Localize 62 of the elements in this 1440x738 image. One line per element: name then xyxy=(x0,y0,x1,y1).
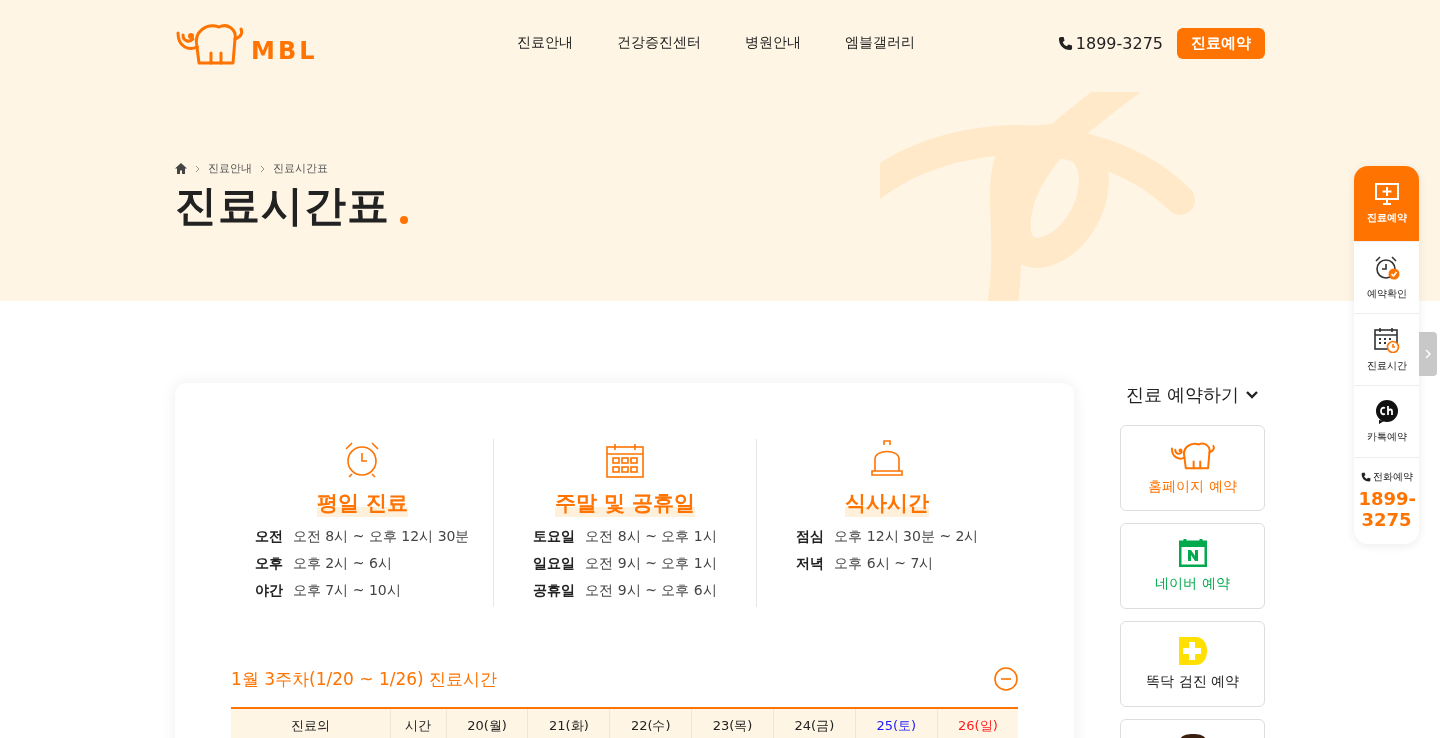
column-header: 26(일) xyxy=(937,708,1019,738)
quick-menu-item[interactable]: 예약확인 xyxy=(1354,242,1419,314)
monitor-plus-icon xyxy=(1374,182,1399,205)
phone-icon xyxy=(1057,35,1073,51)
phone-number: 1899-3275 xyxy=(1075,33,1163,53)
hours-label: 오전 xyxy=(254,527,283,546)
phone-icon xyxy=(1360,472,1371,482)
side-toggle-button[interactable] xyxy=(1419,332,1437,376)
hours-value: 오전 8시 ~ 오후 12시 30분 xyxy=(292,527,470,546)
quick-menu-item[interactable]: 카톡예약 xyxy=(1354,386,1419,458)
column-header: 진료의 xyxy=(231,708,391,738)
column-header: 21(화) xyxy=(527,708,610,738)
column-header: 23(목) xyxy=(691,708,774,738)
hours-label: 공휴일 xyxy=(533,581,576,600)
elephant-logo-icon xyxy=(1169,440,1216,470)
booking-card[interactable]: 똑닥 검진 예약 xyxy=(1120,621,1265,707)
nav-link[interactable]: 진료안내 xyxy=(517,34,574,52)
page-title: 진료시간표 xyxy=(175,180,390,232)
hours-value: 오전 9시 ~ 오후 1시 xyxy=(585,554,717,573)
column-header: 20(월) xyxy=(446,708,528,738)
nav-link[interactable]: 엠블갤러리 xyxy=(845,34,916,52)
hours-value: 오후 2시 ~ 6시 xyxy=(292,554,392,573)
column-header: 25(토) xyxy=(855,708,938,738)
hours-label: 저녁 xyxy=(796,554,825,573)
dot-icon xyxy=(400,216,408,224)
chevron-icon xyxy=(260,164,265,173)
calendar-icon xyxy=(605,443,646,479)
hours-value: 오후 7시 ~ 10시 xyxy=(292,581,401,600)
breadcrumb-link[interactable]: 진료시간표 xyxy=(273,161,328,176)
nav-link[interactable]: 건강증진센터 xyxy=(617,34,702,52)
naver-calendar-icon xyxy=(1178,539,1207,567)
collapse-icon[interactable] xyxy=(994,667,1019,691)
bell-icon xyxy=(870,439,905,479)
hours-label: 토요일 xyxy=(533,527,576,546)
hours-label: 야간 xyxy=(254,581,283,600)
calendar-clock-icon xyxy=(1373,326,1400,353)
hours-value: 오후 6시 ~ 7시 xyxy=(834,554,934,573)
phone-number: 1899-3275 xyxy=(1358,488,1415,530)
alarm-check-icon xyxy=(1373,254,1400,281)
cross-badge-icon xyxy=(1178,637,1207,665)
hours-value: 오전 8시 ~ 오후 1시 xyxy=(585,527,717,546)
quick-menu-item[interactable]: 진료시간 xyxy=(1354,314,1419,386)
hours-label: 점심 xyxy=(796,527,825,546)
hours-label: 일요일 xyxy=(533,554,576,573)
chevron-icon xyxy=(195,164,200,173)
chevron-down-icon xyxy=(1245,390,1260,400)
hours-value: 오후 12시 30분 ~ 2시 xyxy=(834,527,979,546)
column-header: 시간 xyxy=(390,708,447,738)
elephant-logo-icon xyxy=(175,21,245,65)
phone-label: 전화예약 xyxy=(1372,470,1413,484)
column-header: 22(수) xyxy=(609,708,692,738)
logo-text: MBL xyxy=(251,37,318,65)
breadcrumb-link[interactable]: 진료안내 xyxy=(208,161,252,176)
week-title: 1월 3주차(1/20 ~ 1/26) 진료시간 xyxy=(231,667,498,691)
home-icon[interactable] xyxy=(175,163,187,174)
nav-link[interactable]: 병원안내 xyxy=(745,34,802,52)
hours-value: 오전 9시 ~ 오후 6시 xyxy=(585,581,717,600)
chat-bubble-icon xyxy=(1374,399,1399,424)
column-header: 24(금) xyxy=(773,708,856,738)
booking-dropdown[interactable]: 진료 예약하기 xyxy=(1125,383,1260,407)
chevron-right-icon xyxy=(1425,349,1431,359)
hours-label: 오후 xyxy=(254,554,283,573)
